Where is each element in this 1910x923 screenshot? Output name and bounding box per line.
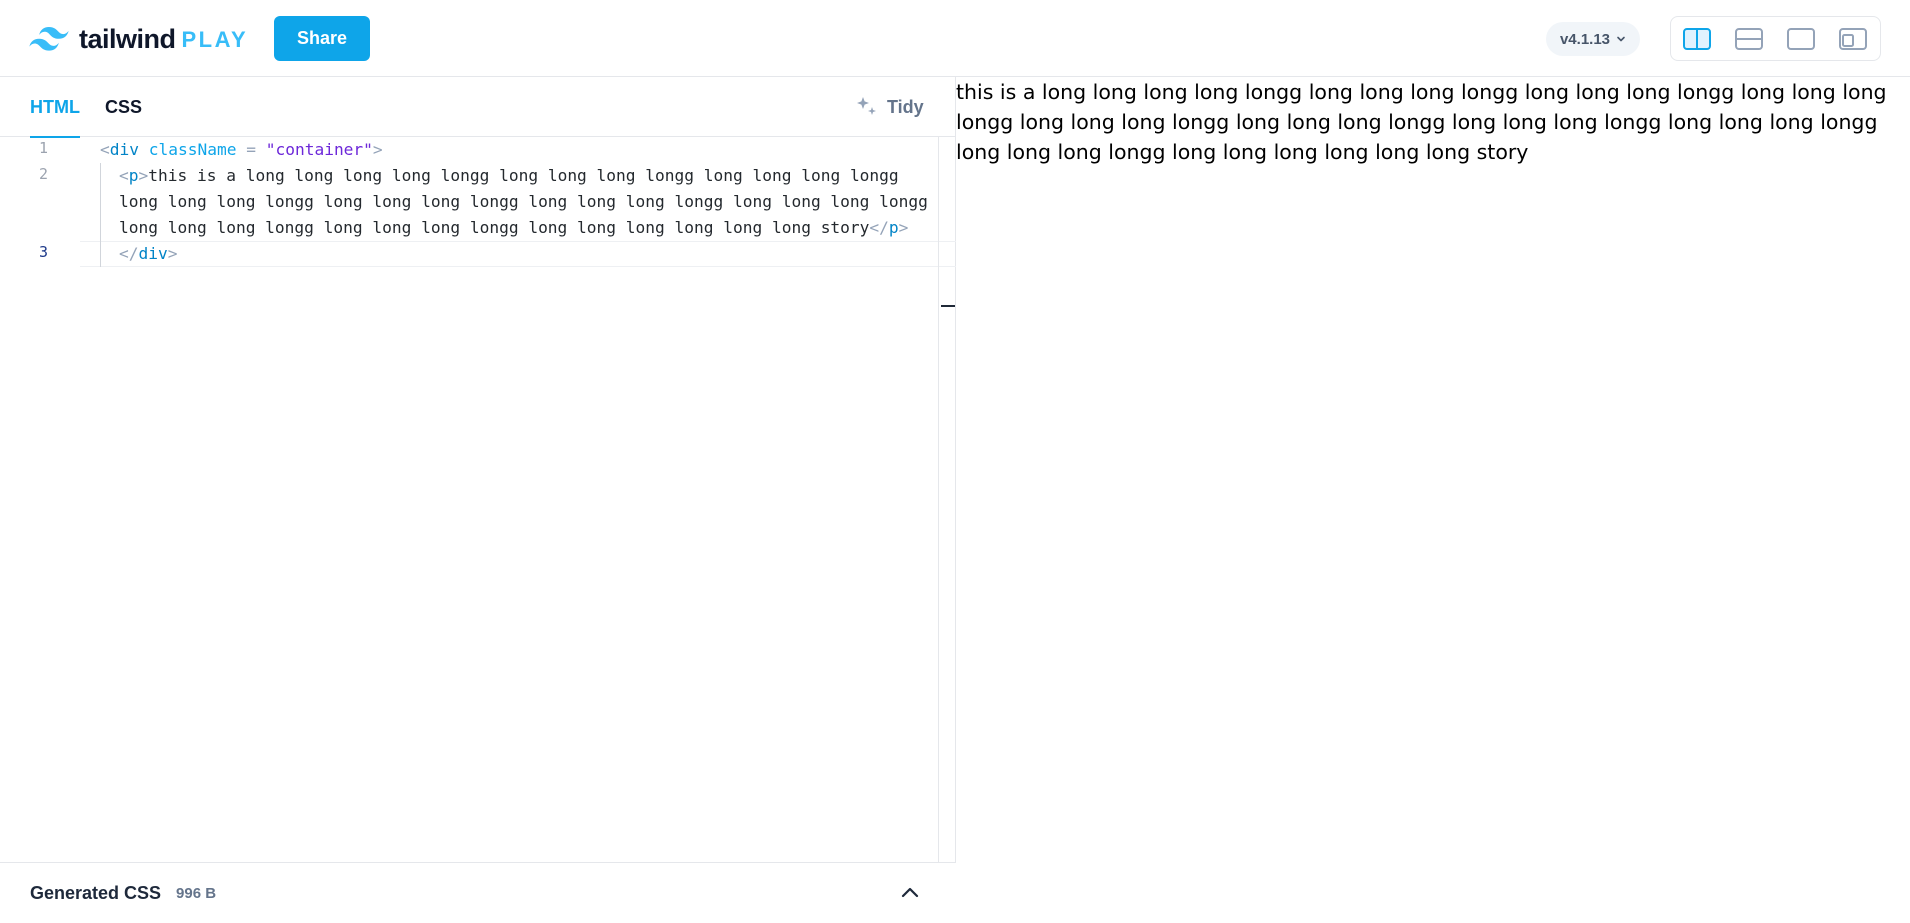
code-token: <	[100, 140, 110, 159]
line-number: 2	[38, 165, 48, 183]
tailwind-logo-icon	[29, 27, 69, 51]
code-text: long long long longg long long long long…	[119, 192, 928, 211]
version-label: v4.1.13	[1559, 30, 1611, 48]
code-token: div	[138, 244, 168, 263]
indent-guide	[100, 163, 101, 267]
code-token: p	[128, 166, 139, 185]
responsive-icon	[1839, 27, 1867, 50]
layout-preview-only-button[interactable]	[1775, 16, 1827, 61]
tailwind-play-logo[interactable]: tailwind PLAY	[29, 22, 248, 56]
code-text: long long long longg long long long long…	[119, 218, 870, 237]
split-horizontal-icon	[1735, 27, 1763, 50]
tab-css[interactable]: CSS	[105, 77, 142, 137]
active-line-highlight	[80, 241, 956, 267]
share-button[interactable]: Share	[274, 16, 370, 61]
chevron-down-icon	[1617, 36, 1625, 42]
tab-html[interactable]: HTML	[30, 77, 80, 138]
logo-play-label: PLAY	[181, 27, 249, 52]
code-line-2-wrap: long long long longg long long long long…	[119, 189, 928, 215]
code-editor[interactable]: 1 2 3 <div className = "container"> <p>t…	[0, 137, 956, 862]
code-line-3: </div>	[119, 241, 178, 267]
code-token: div	[109, 140, 139, 159]
code-token: "container"	[265, 140, 373, 159]
layout-split-horizontal-button[interactable]	[1723, 16, 1775, 61]
code-token: >	[372, 140, 383, 159]
editor-pane: HTML CSS Tidy 1 2 3 <div className = "co…	[0, 77, 956, 923]
code-token: =	[236, 140, 266, 159]
code-token: >	[167, 244, 178, 263]
line-number-active: 3	[38, 243, 48, 261]
preview-pane: this is a long long long long longg long…	[956, 77, 1910, 923]
code-token: >	[898, 218, 909, 237]
generated-css-title: Generated CSS	[30, 882, 162, 903]
tidy-label: Tidy	[887, 96, 924, 117]
line-number: 1	[38, 139, 48, 157]
generated-css-toggle[interactable]	[898, 881, 922, 905]
top-bar: tailwind PLAY Share v4.1.13	[0, 0, 1910, 77]
layout-responsive-button[interactable]	[1827, 16, 1879, 61]
logo-wordmark: tailwind	[79, 23, 176, 54]
code-text: this is a long long long long longg long…	[148, 166, 899, 185]
code-line-2: <p>this is a long long long long longg l…	[119, 163, 899, 189]
editor-scrollbar[interactable]	[938, 137, 956, 862]
sparkles-icon	[857, 97, 876, 115]
split-vertical-icon	[1683, 27, 1711, 50]
code-line-2-wrap: long long long longg long long long long…	[119, 215, 908, 241]
layout-switcher	[1670, 16, 1881, 61]
chevron-up-icon	[901, 887, 919, 898]
generated-css-size: 996 B	[176, 884, 217, 902]
code-token: </	[869, 218, 889, 237]
version-select[interactable]: v4.1.13	[1546, 22, 1640, 56]
preview-only-icon	[1787, 27, 1815, 50]
scrollbar-cursor-marker	[941, 305, 955, 307]
code-line-1: <div className = "container">	[100, 137, 383, 163]
code-token: </	[119, 244, 139, 263]
editor-tabbar: HTML CSS Tidy	[0, 77, 956, 138]
generated-css-panel[interactable]: Generated CSS 996 B	[0, 862, 956, 923]
tidy-button[interactable]: Tidy	[855, 77, 924, 137]
code-token: >	[138, 166, 149, 185]
preview-paragraph: this is a long long long long longg long…	[956, 80, 1887, 164]
code-token: p	[888, 218, 899, 237]
code-token: className	[148, 140, 237, 159]
code-token: <	[119, 166, 129, 185]
layout-split-vertical-button[interactable]	[1671, 16, 1723, 61]
